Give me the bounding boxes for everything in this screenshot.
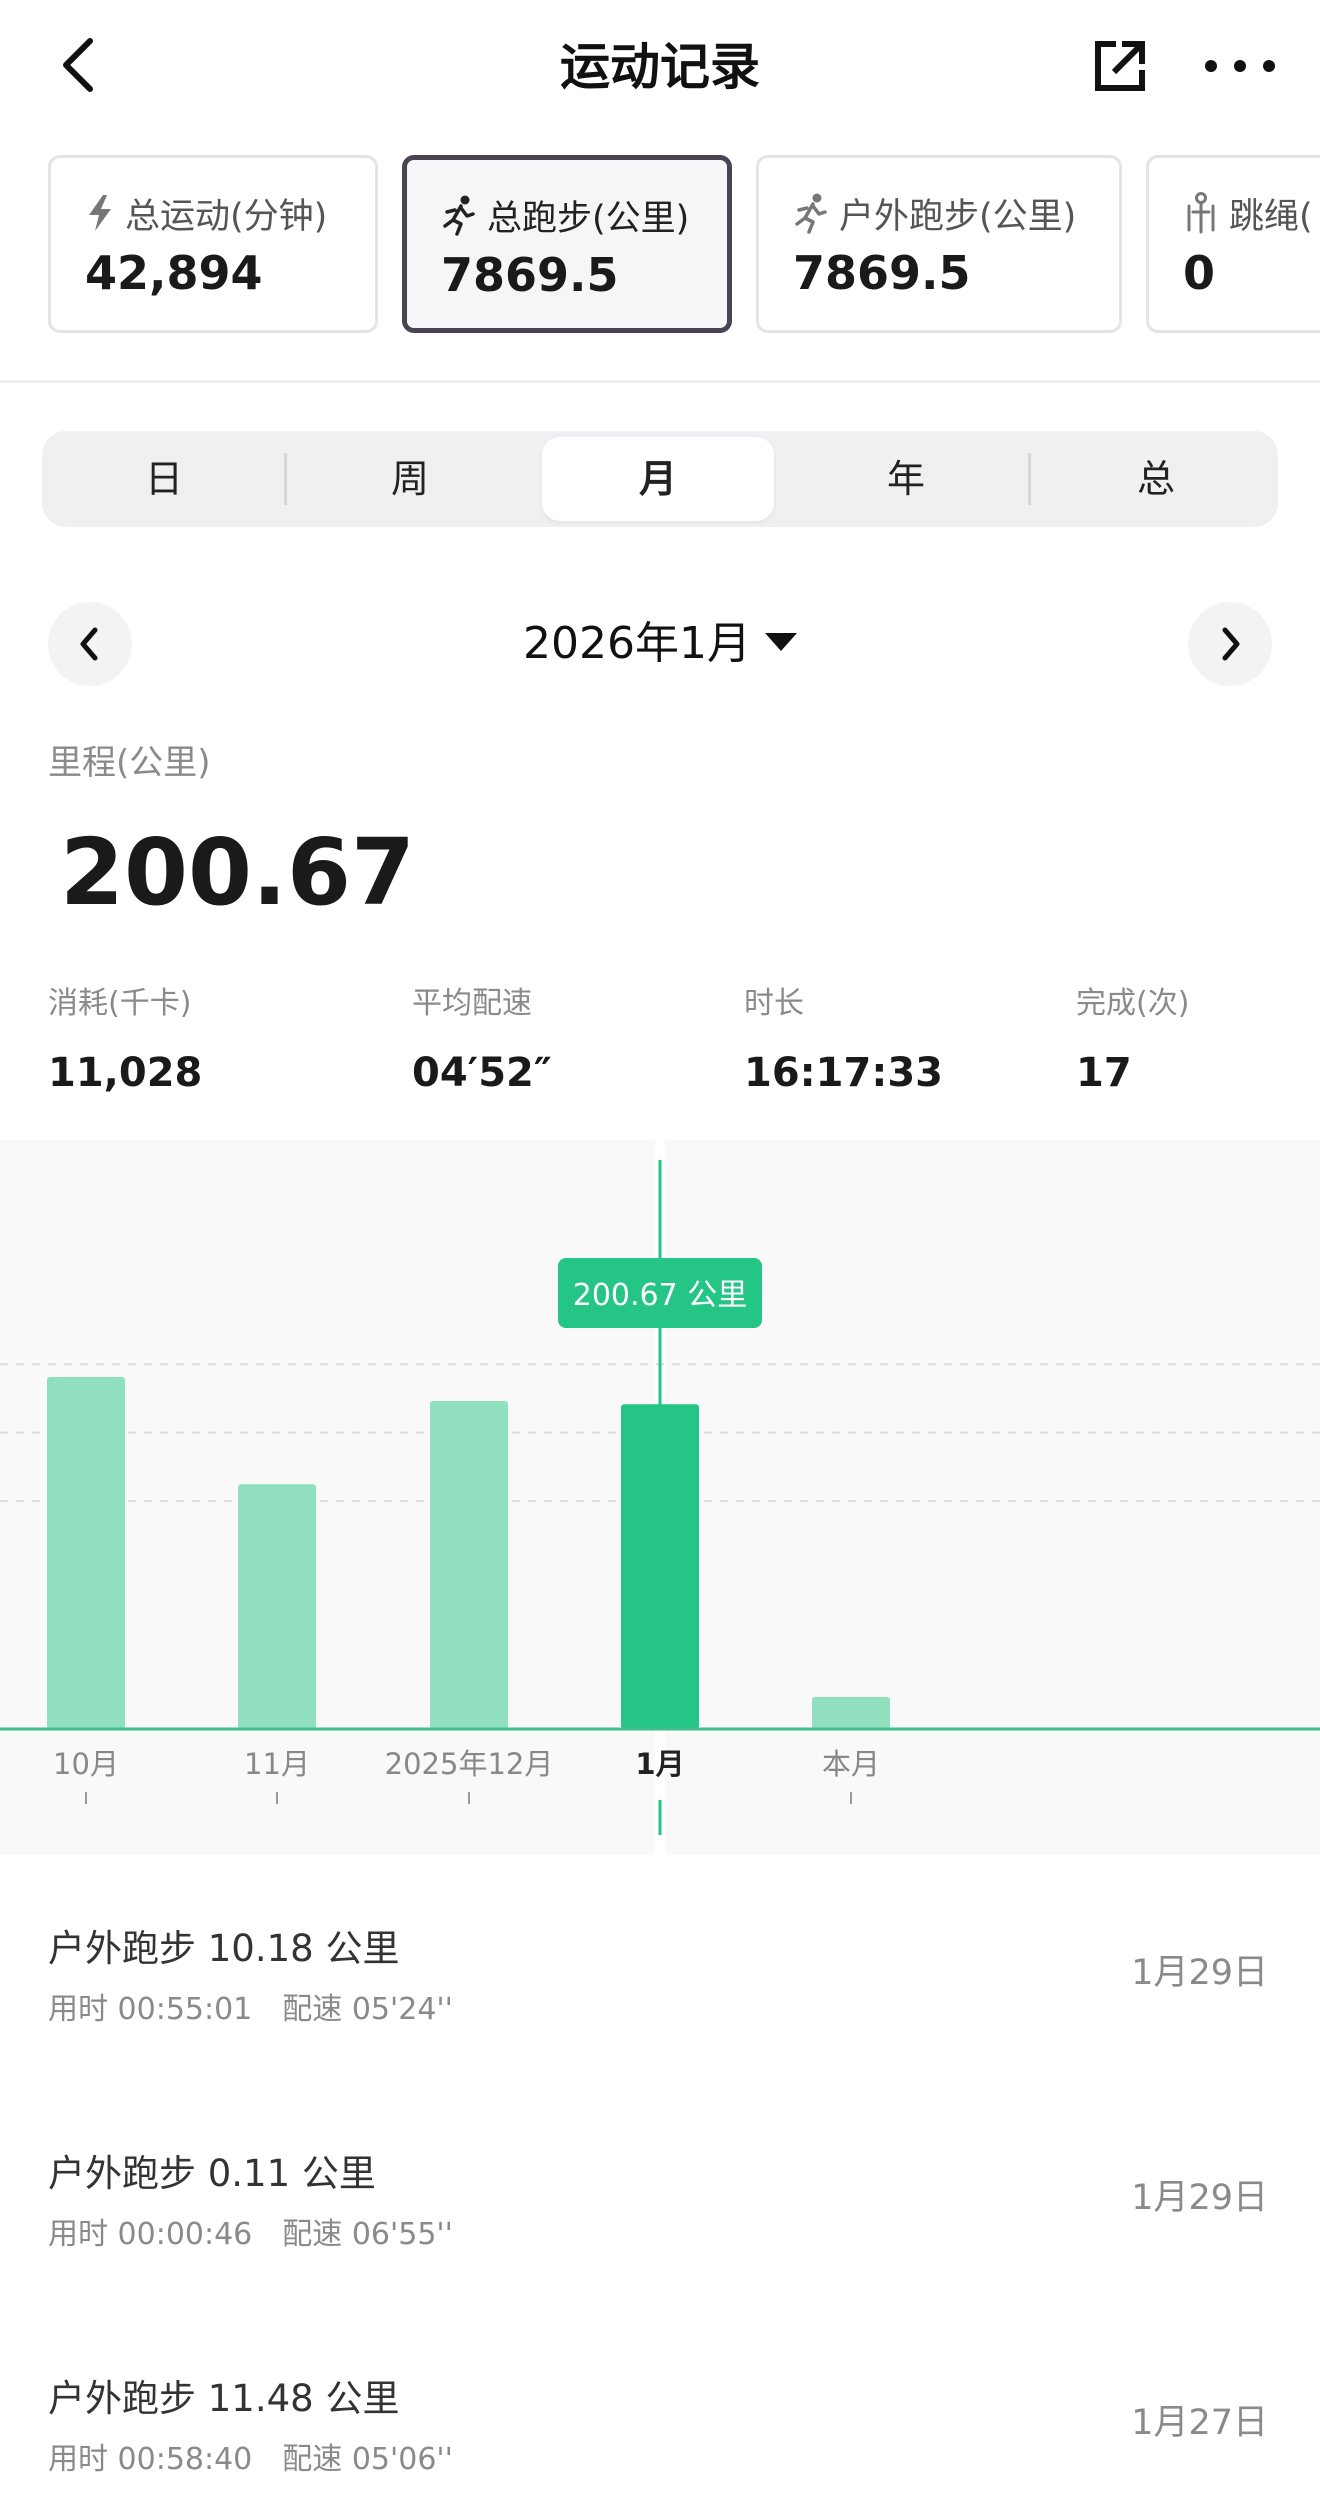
chart-bar xyxy=(812,1697,890,1729)
top-bar: 运动记录 xyxy=(0,0,1320,135)
tab-separator xyxy=(284,453,287,505)
metric-duration: 时长 16:17:33 xyxy=(744,978,943,1096)
activity-date: 1月27日 xyxy=(1131,2403,1268,2443)
metric-label: 完成(次) xyxy=(1076,986,1190,1021)
bar-chart[interactable]: 10月 11月 2025年12月 1月 本月 200.67 公里 xyxy=(0,1140,1320,1855)
tab-day[interactable]: 日 xyxy=(48,437,280,521)
period-tabs: 日 周 月 年 总 xyxy=(42,431,1278,527)
activity-time: 用时 00:00:46 xyxy=(48,2217,253,2252)
stat-cards: 总运动(分钟) 42,894 总跑步(公里) 7869.5 户外跑步(公里) 7… xyxy=(0,153,1320,338)
distance-label: 里程(公里) xyxy=(48,743,211,783)
dot-icon xyxy=(1263,60,1275,72)
metric-label: 平均配速 xyxy=(412,986,532,1021)
dot-icon xyxy=(1205,60,1217,72)
section-divider xyxy=(0,380,1320,383)
card-outdoor-running[interactable]: 户外跑步(公里) 7869.5 xyxy=(756,155,1122,333)
chart-bar xyxy=(47,1377,125,1729)
period-label: 2026年1月 xyxy=(523,618,751,669)
activity-details: 用时 00:55:01 配速 05'24'' xyxy=(48,1984,453,2028)
more-button[interactable] xyxy=(1205,36,1275,96)
distance-value: 200.67 xyxy=(60,819,416,926)
metric-value: 16:17:33 xyxy=(744,1050,943,1096)
card-label: 总运动(分钟) xyxy=(125,196,328,237)
activity-time: 用时 00:58:40 xyxy=(48,2442,253,2477)
card-value: 7869.5 xyxy=(793,246,971,300)
chart-tooltip-label: 200.67 公里 xyxy=(573,1278,748,1313)
metric-pace: 平均配速 04′52″ xyxy=(412,978,552,1096)
x-tick-label: 本月 xyxy=(822,1747,880,1781)
metric-value: 11,028 xyxy=(48,1050,203,1096)
card-total-exercise[interactable]: 总运动(分钟) 42,894 xyxy=(48,155,378,333)
activity-pace: 配速 05'06'' xyxy=(282,2442,453,2477)
chart-background xyxy=(665,1140,1320,1855)
tab-total[interactable]: 总 xyxy=(1040,437,1272,521)
card-value: 7869.5 xyxy=(441,248,619,302)
metric-label: 时长 xyxy=(744,986,804,1021)
metric-value: 04′52″ xyxy=(412,1050,552,1096)
card-label: 总跑步(公里) xyxy=(487,198,690,239)
activity-details: 用时 00:58:40 配速 05'06'' xyxy=(48,2434,453,2478)
metric-calories: 消耗(千卡) 11,028 xyxy=(48,978,202,1096)
activity-title: 户外跑步 11.48 公里 xyxy=(48,2377,400,2420)
card-label: 跳绳( xyxy=(1229,196,1313,237)
chart-bar xyxy=(238,1484,316,1729)
activity-item[interactable]: 户外跑步 10.18 公里 用时 00:55:01 配速 05'24'' 1月29… xyxy=(0,1918,1320,2118)
chart-bar xyxy=(621,1404,699,1729)
chart-bar xyxy=(430,1401,508,1729)
caret-down-icon xyxy=(764,633,797,651)
card-value: 42,894 xyxy=(85,246,263,300)
runner-icon xyxy=(795,193,827,234)
metric-count: 完成(次) 17 xyxy=(1076,978,1189,1096)
activity-date: 1月29日 xyxy=(1131,1953,1268,1993)
jump-rope-icon xyxy=(1187,192,1215,234)
metric-value: 17 xyxy=(1076,1050,1132,1096)
activity-item[interactable]: 户外跑步 0.11 公里 用时 00:00:46 配速 06'55'' 1月29日 xyxy=(0,2143,1320,2343)
tab-separator xyxy=(1028,453,1031,505)
chevron-right-icon xyxy=(1222,627,1240,661)
tab-year[interactable]: 年 xyxy=(790,437,1022,521)
x-tick-label: 2025年12月 xyxy=(385,1747,554,1781)
share-icon xyxy=(1095,41,1145,91)
card-total-running[interactable]: 总跑步(公里) 7869.5 xyxy=(402,155,732,333)
x-tick-label: 1月 xyxy=(635,1747,684,1781)
runner-icon xyxy=(443,195,475,236)
x-tick-label: 11月 xyxy=(244,1747,310,1781)
activity-details: 用时 00:00:46 配速 06'55'' xyxy=(48,2209,453,2253)
lightning-icon xyxy=(89,195,111,231)
card-value: 0 xyxy=(1183,246,1216,300)
card-jump-rope[interactable]: 跳绳( 0 xyxy=(1146,155,1320,333)
period-selector[interactable]: 2026年1月 xyxy=(0,612,1320,676)
activity-date: 1月29日 xyxy=(1131,2178,1268,2218)
activity-title: 户外跑步 0.11 公里 xyxy=(48,2152,376,2195)
next-period-button[interactable] xyxy=(1188,602,1272,686)
activity-pace: 配速 06'55'' xyxy=(282,2217,453,2252)
share-button[interactable] xyxy=(1090,36,1150,96)
x-tick-label: 10月 xyxy=(53,1747,119,1781)
activity-pace: 配速 05'24'' xyxy=(282,1992,453,2027)
dot-icon xyxy=(1234,60,1246,72)
activity-item[interactable]: 户外跑步 11.48 公里 用时 00:58:40 配速 05'06'' 1月27… xyxy=(0,2368,1320,2509)
tab-month[interactable]: 月 xyxy=(542,437,774,521)
metric-label: 消耗(千卡) xyxy=(48,986,192,1021)
activity-title: 户外跑步 10.18 公里 xyxy=(48,1927,400,1970)
distance-chart[interactable]: 10月 11月 2025年12月 1月 本月 200.67 公里 xyxy=(0,1140,1320,1855)
activity-time: 用时 00:55:01 xyxy=(48,1992,253,2027)
card-label: 户外跑步(公里) xyxy=(839,196,1077,237)
tab-week[interactable]: 周 xyxy=(294,437,526,521)
